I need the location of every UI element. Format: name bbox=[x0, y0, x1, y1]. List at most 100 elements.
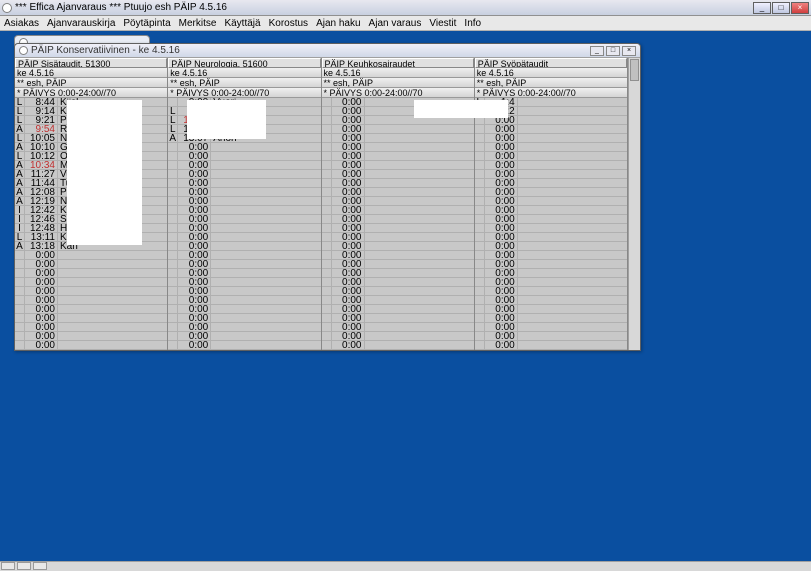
empty-slot[interactable]: 0:00 bbox=[168, 224, 320, 233]
empty-slot[interactable]: 0:00 bbox=[322, 197, 474, 206]
empty-slot[interactable]: 0:00 bbox=[475, 161, 627, 170]
empty-slot[interactable]: 0:00 bbox=[322, 323, 474, 332]
menu-item[interactable]: Ajan haku bbox=[316, 18, 360, 29]
empty-slot[interactable]: 0:00 bbox=[168, 197, 320, 206]
empty-slot[interactable]: 0:00 bbox=[475, 287, 627, 296]
empty-slot[interactable]: 0:00 bbox=[322, 278, 474, 287]
column-title[interactable]: PÄIP Sisätaudit, 51300 bbox=[15, 58, 167, 68]
empty-slot[interactable]: 0:00 bbox=[475, 143, 627, 152]
empty-slot[interactable]: 0:00 bbox=[15, 278, 167, 287]
empty-slot[interactable]: 0:00 bbox=[15, 323, 167, 332]
empty-slot[interactable]: 0:00 bbox=[15, 296, 167, 305]
menu-item[interactable]: Merkitse bbox=[179, 18, 217, 29]
empty-slot[interactable]: 0:00 bbox=[322, 269, 474, 278]
empty-slot[interactable]: 0:00 bbox=[168, 305, 320, 314]
empty-slot[interactable]: 0:00 bbox=[168, 296, 320, 305]
empty-slot[interactable]: 0:00 bbox=[322, 260, 474, 269]
empty-slot[interactable]: 0:00 bbox=[15, 341, 167, 350]
column-title[interactable]: PÄIP Neurologia, 51600 bbox=[168, 58, 320, 68]
empty-slot[interactable]: 0:00 bbox=[475, 197, 627, 206]
menu-item[interactable]: Korostus bbox=[269, 18, 308, 29]
menu-item[interactable]: Viestit bbox=[429, 18, 456, 29]
empty-slot[interactable]: 0:00 bbox=[168, 323, 320, 332]
empty-slot[interactable]: 0:00 bbox=[475, 242, 627, 251]
vertical-scrollbar[interactable] bbox=[628, 58, 640, 350]
empty-slot[interactable]: 0:00 bbox=[322, 152, 474, 161]
empty-slot[interactable]: 0:00 bbox=[475, 332, 627, 341]
empty-slot[interactable]: 0:00 bbox=[168, 170, 320, 179]
menu-item[interactable]: Pöytäpinta bbox=[123, 18, 170, 29]
empty-slot[interactable]: 0:00 bbox=[322, 251, 474, 260]
empty-slot[interactable]: 0:00 bbox=[475, 323, 627, 332]
empty-slot[interactable]: 0:00 bbox=[168, 233, 320, 242]
empty-slot[interactable]: 0:00 bbox=[168, 278, 320, 287]
menu-item[interactable]: Ajanvarauskirja bbox=[47, 18, 115, 29]
empty-slot[interactable]: 0:00 bbox=[168, 269, 320, 278]
close-button[interactable]: × bbox=[791, 2, 809, 14]
empty-slot[interactable]: 0:00 bbox=[15, 305, 167, 314]
empty-slot[interactable]: 0:00 bbox=[322, 206, 474, 215]
menu-item[interactable]: Info bbox=[464, 18, 481, 29]
empty-slot[interactable]: 0:00 bbox=[475, 233, 627, 242]
empty-slot[interactable]: 0:00 bbox=[168, 332, 320, 341]
empty-slot[interactable]: 0:00 bbox=[168, 143, 320, 152]
empty-slot[interactable]: 0:00 bbox=[475, 125, 627, 134]
empty-slot[interactable]: 0:00 bbox=[475, 278, 627, 287]
empty-slot[interactable]: 0:00 bbox=[322, 296, 474, 305]
empty-slot[interactable]: 0:00 bbox=[322, 233, 474, 242]
close-button[interactable]: × bbox=[622, 46, 636, 56]
empty-slot[interactable]: 0:00 bbox=[475, 206, 627, 215]
appointment-list[interactable]: 0:000:000:000:000:000:000:000:000:000:00… bbox=[322, 98, 474, 350]
empty-slot[interactable]: 0:00 bbox=[168, 161, 320, 170]
empty-slot[interactable]: 0:00 bbox=[168, 188, 320, 197]
empty-slot[interactable]: 0:00 bbox=[322, 125, 474, 134]
empty-slot[interactable]: 0:00 bbox=[475, 314, 627, 323]
empty-slot[interactable]: 0:00 bbox=[475, 134, 627, 143]
empty-slot[interactable]: 0:00 bbox=[168, 215, 320, 224]
empty-slot[interactable]: 0:00 bbox=[475, 224, 627, 233]
empty-slot[interactable]: 0:00 bbox=[15, 314, 167, 323]
empty-slot[interactable]: 0:00 bbox=[15, 251, 167, 260]
empty-slot[interactable]: 0:00 bbox=[322, 188, 474, 197]
schedule-titlebar[interactable]: PÄIP Konservatiivinen - ke 4.5.16 _ □ × bbox=[15, 44, 640, 58]
empty-slot[interactable]: 0:00 bbox=[322, 179, 474, 188]
empty-slot[interactable]: 0:00 bbox=[475, 152, 627, 161]
empty-slot[interactable]: 0:00 bbox=[475, 170, 627, 179]
empty-slot[interactable]: 0:00 bbox=[15, 260, 167, 269]
empty-slot[interactable]: 0:00 bbox=[322, 314, 474, 323]
empty-slot[interactable]: 0:00 bbox=[475, 260, 627, 269]
empty-slot[interactable]: 0:00 bbox=[322, 224, 474, 233]
column-title[interactable]: PÄIP Keuhkosairaudet bbox=[322, 58, 474, 68]
appointment-list[interactable]: L1:4L3:20:000:000:000:000:000:000:000:00… bbox=[475, 98, 627, 350]
maximize-button[interactable]: □ bbox=[772, 2, 790, 14]
empty-slot[interactable]: 0:00 bbox=[168, 179, 320, 188]
empty-slot[interactable]: 0:00 bbox=[322, 341, 474, 350]
minimize-button[interactable]: _ bbox=[753, 2, 771, 14]
empty-slot[interactable]: 0:00 bbox=[168, 206, 320, 215]
empty-slot[interactable]: 0:00 bbox=[168, 242, 320, 251]
empty-slot[interactable]: 0:00 bbox=[322, 170, 474, 179]
empty-slot[interactable]: 0:00 bbox=[168, 251, 320, 260]
empty-slot[interactable]: 0:00 bbox=[475, 179, 627, 188]
empty-slot[interactable]: 0:00 bbox=[15, 287, 167, 296]
empty-slot[interactable]: 0:00 bbox=[168, 260, 320, 269]
menu-item[interactable]: Asiakas bbox=[4, 18, 39, 29]
empty-slot[interactable]: 0:00 bbox=[475, 215, 627, 224]
empty-slot[interactable]: 0:00 bbox=[475, 341, 627, 350]
empty-slot[interactable]: 0:00 bbox=[168, 341, 320, 350]
empty-slot[interactable]: 0:00 bbox=[322, 161, 474, 170]
empty-slot[interactable]: 0:00 bbox=[322, 134, 474, 143]
column-title[interactable]: PÄIP Syöpätaudit bbox=[475, 58, 627, 68]
empty-slot[interactable]: 0:00 bbox=[322, 332, 474, 341]
empty-slot[interactable]: 0:00 bbox=[475, 296, 627, 305]
minimize-button[interactable]: _ bbox=[590, 46, 604, 56]
empty-slot[interactable]: 0:00 bbox=[322, 242, 474, 251]
empty-slot[interactable]: 0:00 bbox=[475, 188, 627, 197]
menu-item[interactable]: Ajan varaus bbox=[369, 18, 422, 29]
menu-item[interactable]: Käyttäjä bbox=[224, 18, 260, 29]
empty-slot[interactable]: 0:00 bbox=[475, 251, 627, 260]
empty-slot[interactable]: 0:00 bbox=[475, 269, 627, 278]
maximize-button[interactable]: □ bbox=[606, 46, 620, 56]
empty-slot[interactable]: 0:00 bbox=[475, 305, 627, 314]
empty-slot[interactable]: 0:00 bbox=[322, 143, 474, 152]
